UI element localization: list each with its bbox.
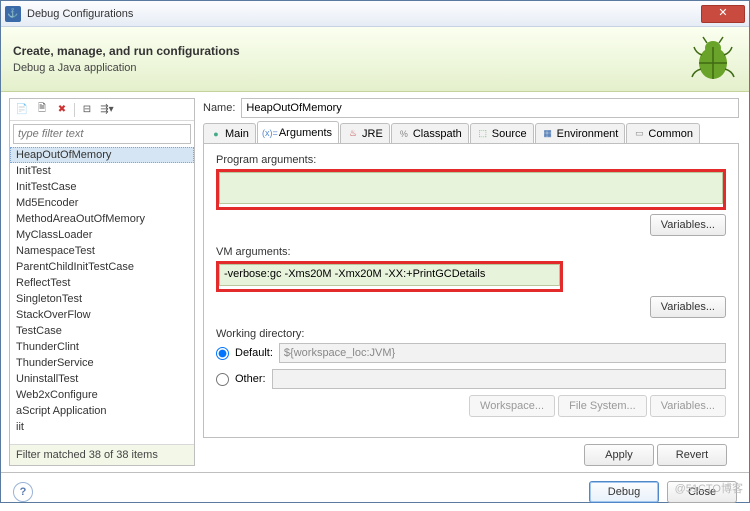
list-toolbar: 📄 🗎 ✖ ⊟ ⇶▾: [10, 99, 194, 121]
wd-default-label: Default:: [235, 347, 273, 359]
tree-item[interactable]: ReflectTest: [10, 275, 194, 291]
dialog-footer: ? Debug Close: [1, 472, 749, 511]
filter-input[interactable]: [13, 124, 191, 144]
tab-label: Classpath: [413, 128, 462, 140]
watermark: @51CTO博客: [675, 480, 743, 496]
title-bar: ⚓ Debug Configurations ✕: [1, 1, 749, 27]
tree-item[interactable]: MethodAreaOutOfMemory: [10, 211, 194, 227]
tab-label: Arguments: [279, 127, 332, 139]
wd-other-label: Other:: [235, 373, 266, 385]
tab-icon: ▭: [633, 128, 645, 140]
tab-icon: ♨: [347, 128, 359, 140]
workspace-button[interactable]: Workspace...: [469, 395, 555, 417]
config-list-panel: 📄 🗎 ✖ ⊟ ⇶▾ HeapOutOfMemoryInitTestInitTe…: [9, 98, 195, 466]
tree-item[interactable]: aScript Application: [10, 403, 194, 419]
program-args-label: Program arguments:: [216, 154, 726, 166]
delete-config-icon[interactable]: ✖: [54, 102, 70, 118]
tree-item[interactable]: HeapOutOfMemory: [10, 147, 194, 163]
tree-item[interactable]: InitTestCase: [10, 179, 194, 195]
collapse-all-icon[interactable]: ⊟: [79, 102, 95, 118]
tab-icon: (x)=: [264, 127, 276, 139]
new-config-icon[interactable]: 📄: [14, 102, 30, 118]
program-args-variables-button[interactable]: Variables...: [650, 214, 726, 236]
working-dir-label: Working directory:: [216, 328, 726, 340]
wd-default-input: [279, 343, 726, 363]
name-input[interactable]: [241, 98, 739, 118]
apply-button[interactable]: Apply: [584, 444, 654, 466]
tab-bar: ●Main(x)=Arguments♨JRE%Classpath⬚Source▦…: [203, 122, 739, 144]
config-tree[interactable]: HeapOutOfMemoryInitTestInitTestCaseMd5En…: [10, 147, 194, 444]
tree-item[interactable]: SingletonTest: [10, 291, 194, 307]
tree-item[interactable]: iit: [10, 419, 194, 435]
program-args-input[interactable]: [219, 172, 723, 204]
vm-args-variables-button[interactable]: Variables...: [650, 296, 726, 318]
window-title: Debug Configurations: [27, 8, 701, 20]
tree-item[interactable]: NamespaceTest: [10, 243, 194, 259]
tab-classpath[interactable]: %Classpath: [391, 123, 469, 143]
tree-item[interactable]: UninstallTest: [10, 371, 194, 387]
wd-other-radio[interactable]: [216, 373, 229, 386]
filesystem-button[interactable]: File System...: [558, 395, 647, 417]
tab-source[interactable]: ⬚Source: [470, 123, 534, 143]
tab-arguments[interactable]: (x)=Arguments: [257, 121, 339, 143]
tab-main[interactable]: ●Main: [203, 123, 256, 143]
tab-environment[interactable]: ▦Environment: [535, 123, 626, 143]
app-icon: ⚓: [5, 6, 21, 22]
dialog-header: Create, manage, and run configurations D…: [1, 27, 749, 92]
tree-item[interactable]: ThunderClint: [10, 339, 194, 355]
tree-item[interactable]: TestCase: [10, 323, 194, 339]
tree-item[interactable]: InitTest: [10, 163, 194, 179]
filter-status: Filter matched 38 of 38 items: [10, 444, 194, 465]
header-title: Create, manage, and run configurations: [13, 44, 689, 58]
toolbar-separator: [74, 103, 75, 117]
tab-jre[interactable]: ♨JRE: [340, 123, 390, 143]
tab-label: Main: [225, 128, 249, 140]
wd-variables-button[interactable]: Variables...: [650, 395, 726, 417]
tab-icon: ⬚: [477, 128, 489, 140]
tree-item[interactable]: ThunderService: [10, 355, 194, 371]
tree-item[interactable]: MyClassLoader: [10, 227, 194, 243]
tree-item[interactable]: Md5Encoder: [10, 195, 194, 211]
tab-label: Source: [492, 128, 527, 140]
header-subtitle: Debug a Java application: [13, 62, 689, 74]
filter-icon[interactable]: ⇶▾: [99, 102, 115, 118]
tab-label: Common: [648, 128, 693, 140]
tree-item[interactable]: StackOverFlow: [10, 307, 194, 323]
program-args-highlight: [216, 169, 726, 210]
revert-button[interactable]: Revert: [657, 444, 727, 466]
tree-item[interactable]: ParentChildInitTestCase: [10, 259, 194, 275]
debug-button[interactable]: Debug: [589, 481, 659, 503]
tab-icon: ●: [210, 128, 222, 140]
wd-default-radio[interactable]: [216, 347, 229, 360]
filter-box: [13, 124, 191, 144]
vm-args-input[interactable]: -verbose:gc -Xms20M -Xmx20M -XX:+PrintGC…: [219, 264, 560, 286]
tab-label: Environment: [557, 128, 619, 140]
vm-args-label: VM arguments:: [216, 246, 726, 258]
window-close-button[interactable]: ✕: [701, 5, 745, 23]
tab-label: JRE: [362, 128, 383, 140]
tab-common[interactable]: ▭Common: [626, 123, 700, 143]
vm-args-highlight: -verbose:gc -Xms20M -Xmx20M -XX:+PrintGC…: [216, 261, 563, 292]
config-detail-panel: Name: ●Main(x)=Arguments♨JRE%Classpath⬚S…: [195, 92, 749, 472]
help-icon[interactable]: ?: [13, 482, 33, 502]
name-label: Name:: [203, 102, 235, 114]
wd-other-input: [272, 369, 726, 389]
tree-item[interactable]: Web2xConfigure: [10, 387, 194, 403]
arguments-panel: Program arguments: Variables... VM argum…: [203, 144, 739, 438]
tab-icon: %: [398, 128, 410, 140]
tab-icon: ▦: [542, 128, 554, 140]
duplicate-config-icon[interactable]: 🗎: [34, 102, 50, 118]
bug-icon: [689, 35, 737, 83]
